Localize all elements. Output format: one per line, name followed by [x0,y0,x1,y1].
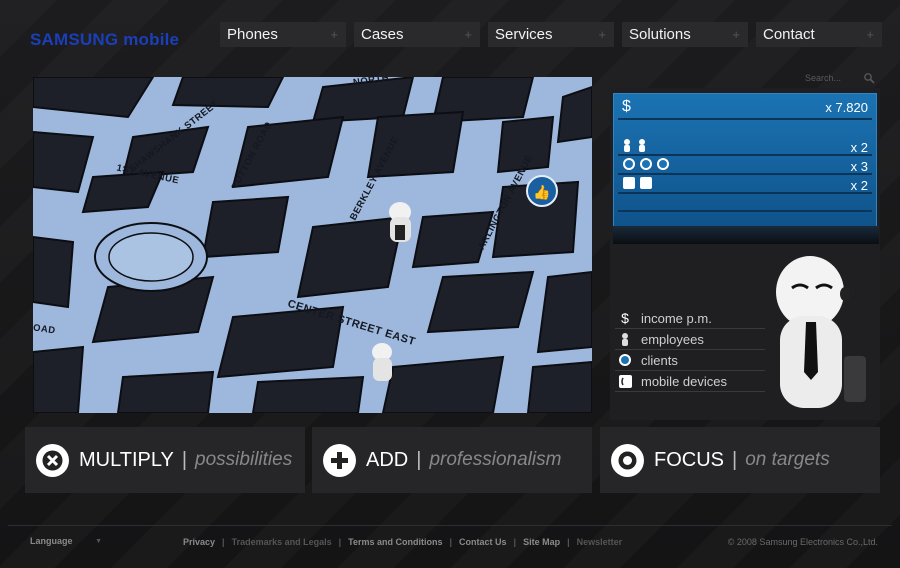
footer-link-newsletter[interactable]: Newsletter [577,537,623,547]
footer-link-privacy[interactable]: Privacy [183,537,215,547]
plus-icon: + [464,27,472,42]
footer-separator: | [449,537,453,547]
scoreboard: $ x 7.820 x 2 x 3 x 2 [613,93,877,243]
nav-item-label: Solutions [629,26,691,43]
plus-icon: + [732,27,740,42]
nav-item-cases[interactable]: Cases + [354,22,480,47]
map-streets-graphic: 👍 [33,77,592,413]
search-icon[interactable] [863,72,875,84]
language-select[interactable]: Language ▼ [30,535,102,547]
card-separator: | [416,448,422,471]
client-icon [617,352,633,368]
card-title: MULTIPLY [79,448,174,471]
nav-item-solutions[interactable]: Solutions + [622,22,748,47]
legend-item: employees [615,329,765,350]
search-box [805,72,875,84]
svg-text:👍: 👍 [533,184,550,201]
card-subtitle: possibilities [195,449,293,470]
employees-value: x 2 [850,140,868,155]
stats-legend: $ income p.m. employees clients mobile d… [615,308,765,392]
legend-label: mobile devices [641,373,727,389]
card-separator: | [732,448,738,471]
nav-item-services[interactable]: Services + [488,22,614,47]
employee-icon [617,331,633,347]
nav-item-contact[interactable]: Contact + [756,22,882,47]
mobile-device-icon [617,373,633,389]
card-separator: | [181,448,188,471]
income-value: x 7.820 [825,99,868,115]
nav-item-label: Cases [361,26,404,43]
samsung-mobile-logo[interactable]: SAMSUNG mobile [30,30,179,50]
multiply-icon [36,443,69,477]
focus-card[interactable]: FOCUS | on targets [600,427,880,493]
plus-icon: + [330,27,338,42]
dollar-icon: $ [621,310,629,326]
footer-separator: | [338,537,342,547]
card-subtitle: professionalism [429,449,562,470]
legend-label: employees [641,331,704,347]
footer-links: Privacy | Trademarks and Legals | Terms … [183,537,622,547]
nav-item-label: Contact [763,26,815,43]
legend-label: clients [641,352,678,368]
search-input[interactable] [805,73,855,83]
footer-separator: | [567,537,570,547]
add-icon [323,443,356,477]
clients-value: x 3 [850,159,868,174]
city-map[interactable]: 👍 SHAWSHANK STREET NORTH 1ST AVENUE TUTT… [33,77,592,413]
nav-item-label: Phones [227,26,278,43]
legend-label: income p.m. [641,310,712,326]
nav-item-label: Services [495,26,553,43]
chevron-down-icon: ▼ [95,537,102,545]
legend-item: mobile devices [615,371,765,392]
add-card[interactable]: ADD | professionalism [312,427,592,493]
plus-icon: + [598,27,606,42]
footer-link-sitemap[interactable]: Site Map [523,537,560,547]
legend-item: clients [615,350,765,371]
copyright: © 2008 Samsung Electronics Co.,Ltd. [727,537,878,547]
footer-separator: | [222,537,225,547]
language-label: Language [30,536,73,546]
dollar-icon: $ [622,98,631,115]
scoreboard-base [613,226,879,244]
legend-item: $ income p.m. [615,308,765,329]
footer-link-trademarks[interactable]: Trademarks and Legals [232,537,332,547]
plus-icon: + [866,27,874,42]
devices-value: x 2 [850,178,868,193]
footer-link-terms[interactable]: Terms and Conditions [348,537,442,547]
footer-link-contact[interactable]: Contact Us [459,537,507,547]
footer-separator: | [513,537,517,547]
footer-divider [8,525,892,526]
mascot-figure [776,256,866,408]
card-title: FOCUS [654,448,724,471]
nav-item-phones[interactable]: Phones + [220,22,346,47]
multiply-card[interactable]: MULTIPLY | possibilities [25,427,305,493]
card-subtitle: on targets [745,449,830,470]
focus-icon [611,443,644,477]
main-nav: Phones + Cases + Services + Solutions + … [220,22,882,47]
card-title: ADD [366,448,409,471]
